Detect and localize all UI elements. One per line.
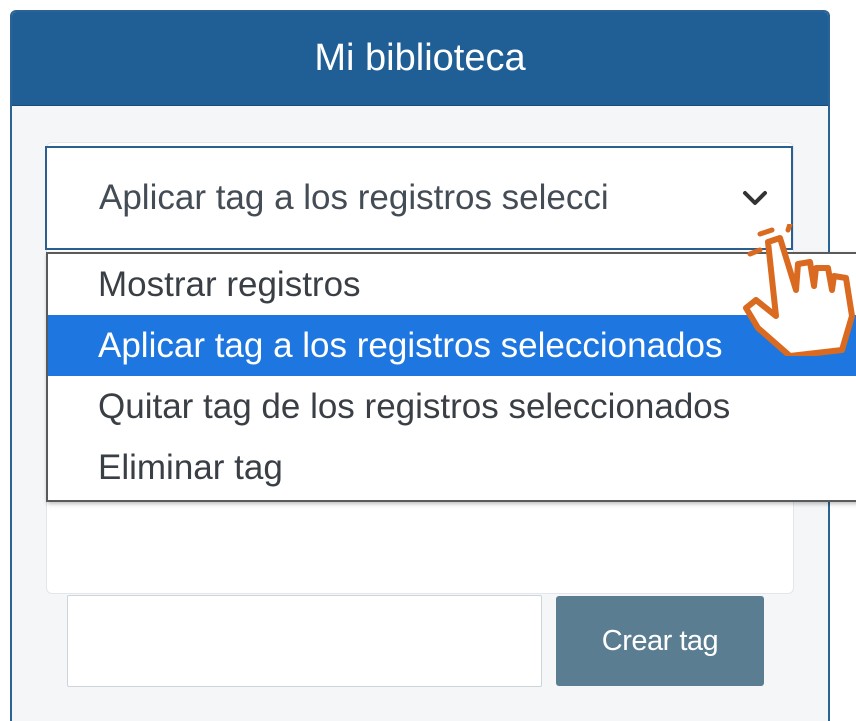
panel-title: Mi biblioteca xyxy=(314,37,526,79)
new-tag-input[interactable] xyxy=(67,595,542,687)
dropdown-option-remove-tag-from-records[interactable]: Quitar tag de los registros seleccionado… xyxy=(48,376,856,437)
dropdown-option-delete-tag[interactable]: Eliminar tag xyxy=(48,437,856,498)
create-tag-button[interactable]: Crear tag xyxy=(556,596,764,686)
chevron-down-icon[interactable] xyxy=(737,180,773,216)
dropdown-option-show-records[interactable]: Mostrar registros xyxy=(48,254,856,315)
dropdown-option-apply-tag[interactable]: Aplicar tag a los registros seleccionado… xyxy=(48,315,856,376)
dropdown-list: Mostrar registros Aplicar tag a los regi… xyxy=(46,252,856,502)
tag-action-select[interactable]: Aplicar tag a los registros selecci xyxy=(45,146,793,250)
panel-header: Mi biblioteca xyxy=(12,12,828,106)
select-value: Aplicar tag a los registros selecci xyxy=(99,178,609,217)
